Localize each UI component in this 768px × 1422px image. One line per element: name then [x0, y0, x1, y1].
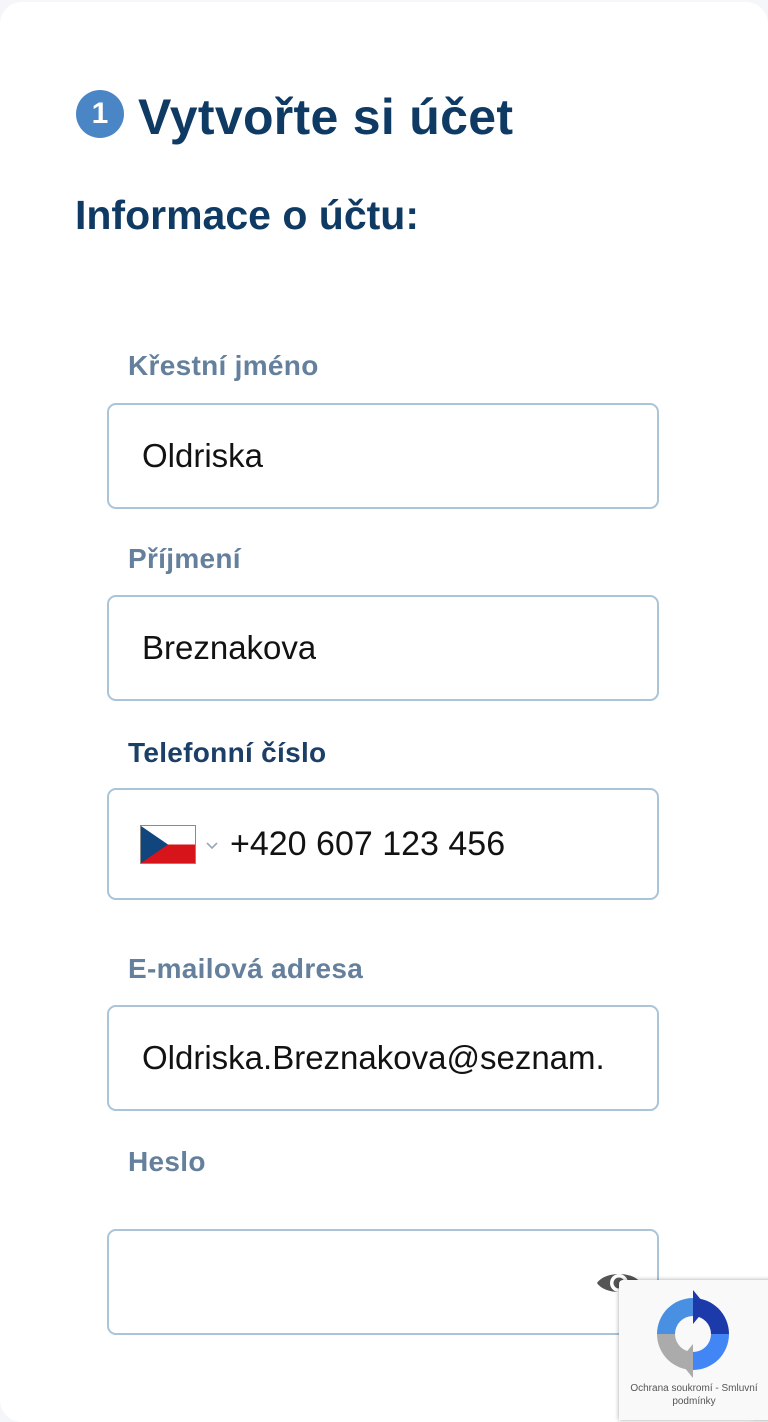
recaptcha-separator: - — [715, 1383, 719, 1394]
phone-label: Telefonní číslo — [128, 737, 327, 768]
email-field[interactable]: Oldriska.Breznakova@seznam. — [107, 1005, 659, 1111]
signup-card: 1 Vytvořte si účet Informace o účtu: Kře… — [0, 2, 768, 1422]
last-name-label: Příjmení — [128, 543, 241, 574]
step-heading: 1 Vytvořte si účet — [76, 88, 513, 146]
recaptcha-icon — [649, 1290, 737, 1378]
last-name-value: Breznakova — [142, 629, 317, 666]
last-name-field[interactable]: Breznakova — [107, 595, 659, 701]
czech-flag-icon[interactable] — [140, 824, 196, 864]
phone-field[interactable]: +420 607 123 456 — [107, 788, 659, 900]
section-title: Informace o účtu: — [75, 192, 419, 238]
password-field[interactable] — [107, 1229, 659, 1335]
recaptcha-badge[interactable]: Ochrana soukromí - Smluvní podmínky — [619, 1280, 768, 1420]
password-label: Heslo — [128, 1146, 206, 1177]
email-value: Oldriska.Breznakova@seznam. — [142, 1039, 605, 1076]
first-name-field[interactable]: Oldriska — [107, 403, 659, 509]
first-name-value: Oldriska — [142, 437, 264, 474]
recaptcha-privacy-link[interactable]: Ochrana soukromí — [630, 1383, 712, 1394]
chevron-down-icon[interactable] — [204, 838, 220, 854]
page-title: Vytvořte si účet — [138, 89, 514, 145]
first-name-label: Křestní jméno — [128, 350, 319, 381]
recaptcha-links: Ochrana soukromí - Smluvní podmínky — [619, 1382, 768, 1408]
email-label: E-mailová adresa — [128, 953, 364, 984]
step-number-badge: 1 — [76, 90, 124, 138]
phone-value: +420 607 123 456 — [230, 824, 506, 863]
